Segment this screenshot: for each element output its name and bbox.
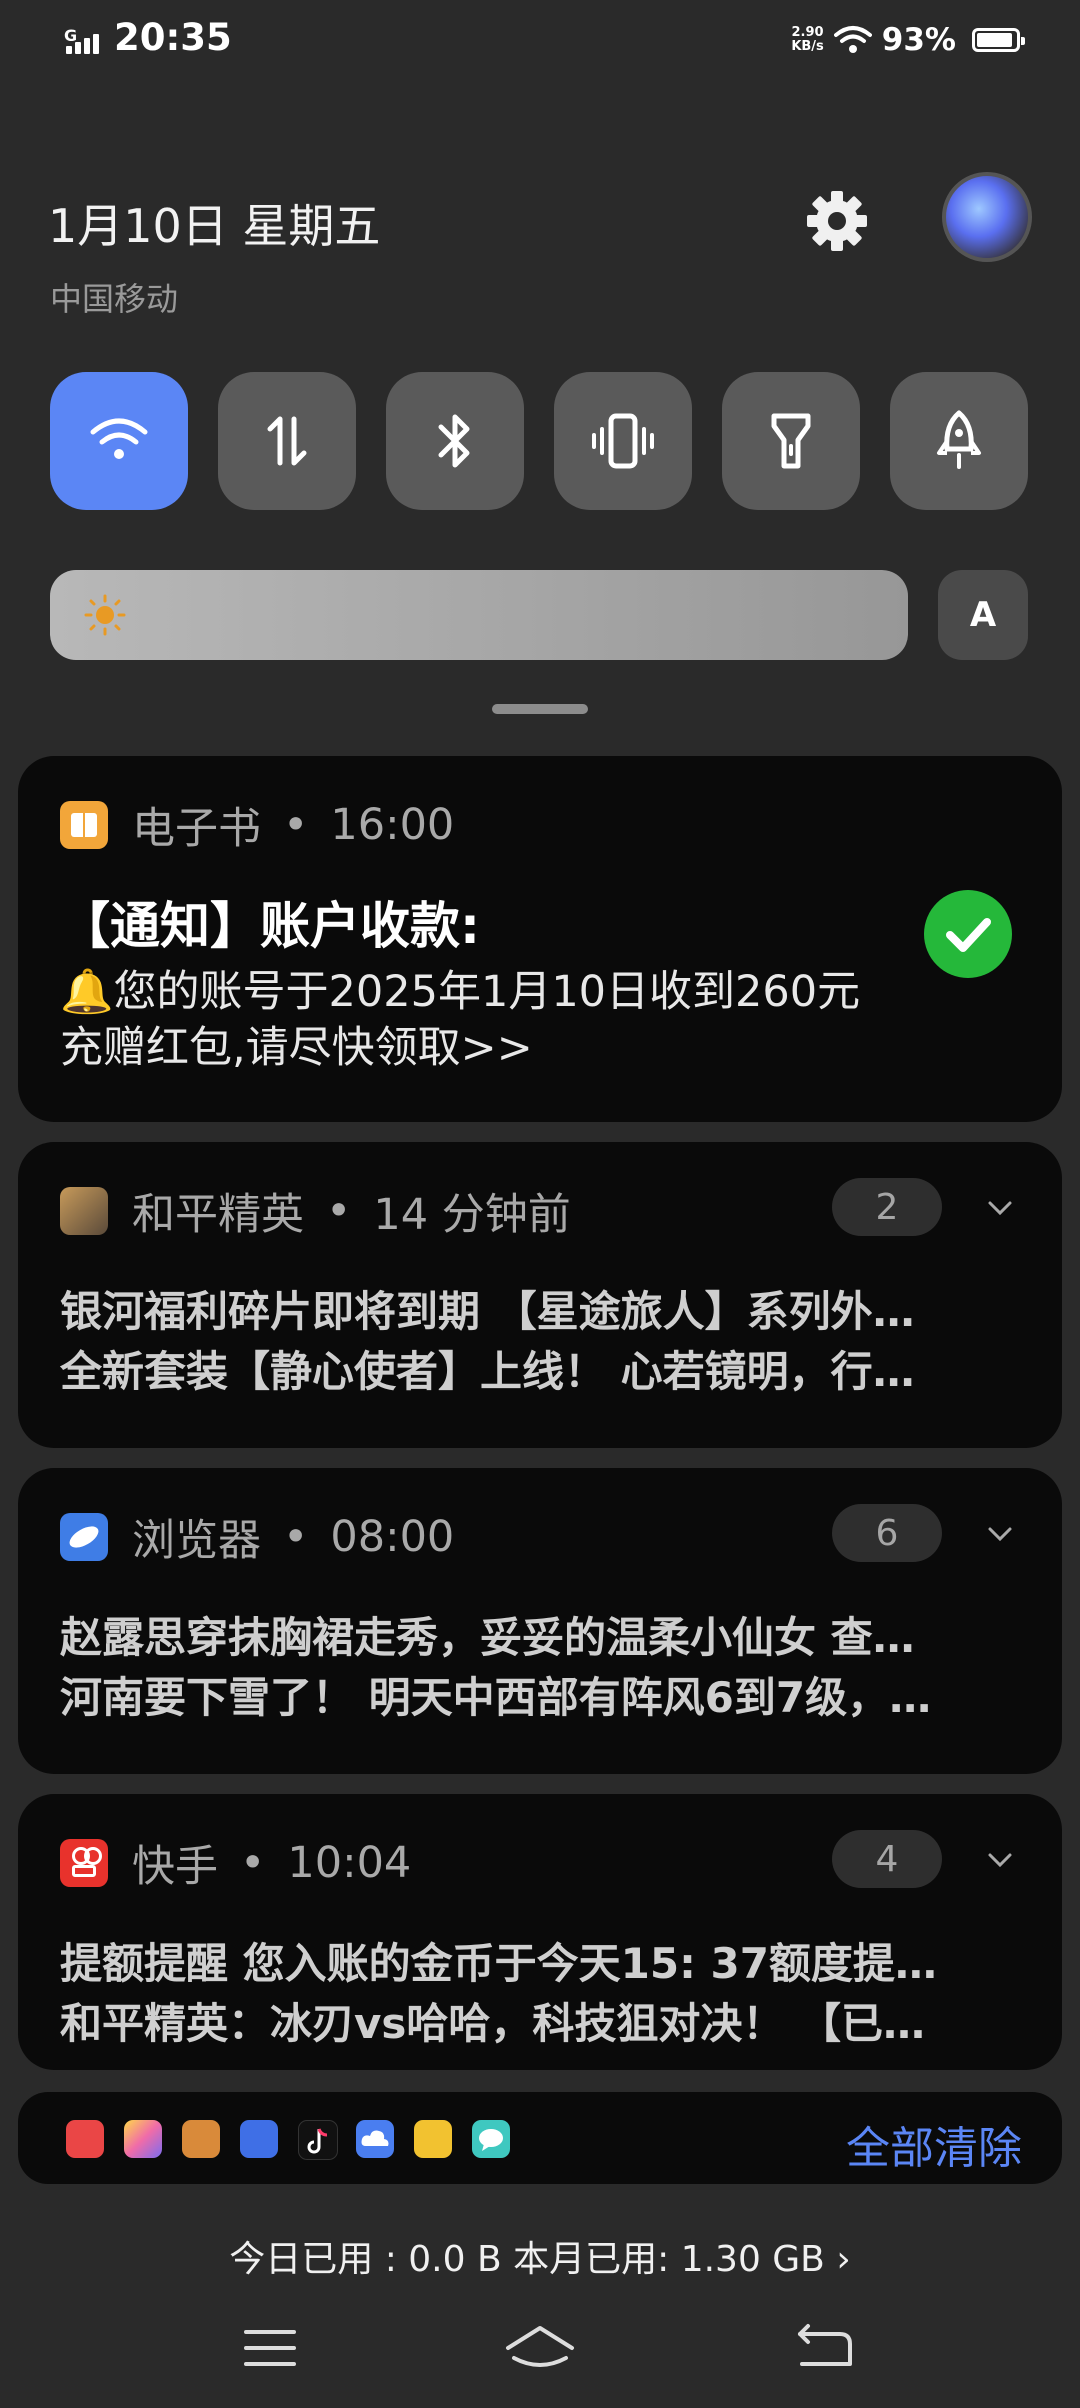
app-name: 浏览器 bbox=[132, 1516, 261, 1566]
separator-dot: • bbox=[326, 1186, 352, 1236]
sun-icon bbox=[84, 594, 126, 636]
toggle-flashlight[interactable] bbox=[722, 372, 860, 510]
app-name: 快手 bbox=[132, 1842, 218, 1892]
clear-all-button[interactable]: 全部清除 bbox=[846, 2112, 1022, 2176]
toggle-vibrate[interactable] bbox=[554, 372, 692, 510]
chat-app-icon[interactable] bbox=[472, 2120, 510, 2158]
notification-time: 14 分钟前 bbox=[373, 1190, 571, 1240]
quick-toggles bbox=[50, 372, 1028, 510]
flashlight-icon bbox=[771, 413, 811, 469]
chevron-down-icon[interactable] bbox=[986, 1846, 1014, 1874]
browser-app-icon bbox=[60, 1513, 108, 1561]
clock: 20:35 bbox=[114, 16, 232, 59]
back-icon[interactable] bbox=[784, 2318, 864, 2378]
hand-app-icon[interactable] bbox=[414, 2120, 452, 2158]
notification-peacekeeper[interactable]: 和平精英 • 14 分钟前 2 银河福利碎片即将到期 【星途旅人】系列外… 全新… bbox=[18, 1142, 1062, 1448]
peacekeeper-app-icon bbox=[60, 1187, 108, 1235]
music-app-icon[interactable] bbox=[66, 2120, 104, 2158]
home-icon[interactable] bbox=[500, 2318, 580, 2378]
toggle-wifi[interactable] bbox=[50, 372, 188, 510]
rocket-icon bbox=[937, 410, 981, 469]
notification-line: 全新套装【静心使者】上线！ 心若镜明，行… bbox=[60, 1347, 915, 1396]
battery-percent: 93% bbox=[881, 22, 956, 58]
notification-line: 银河福利碎片即将到期 【星途旅人】系列外… bbox=[60, 1287, 915, 1336]
signal-icon: G bbox=[62, 24, 110, 58]
carrier-label: 中国移动 bbox=[50, 280, 179, 318]
speed-unit: KB/s bbox=[791, 39, 824, 54]
separator-dot: • bbox=[283, 1512, 309, 1562]
date-label: 1月10日 星期五 bbox=[48, 199, 381, 253]
notification-body: 🔔您的账号于2025年1月10日收到260元充赠红包,请尽快领取>> bbox=[60, 967, 861, 1073]
auto-brightness-button[interactable]: A bbox=[938, 570, 1028, 660]
status-bar: G 20:35 2.90 KB/s 93% bbox=[0, 0, 1080, 80]
separator-dot: • bbox=[240, 1838, 266, 1888]
notification-title: 【通知】账户收款: bbox=[60, 897, 480, 955]
chevron-down-icon[interactable] bbox=[986, 1520, 1014, 1548]
grid-app-icon[interactable] bbox=[182, 2120, 220, 2158]
cloud-app-icon[interactable] bbox=[356, 2120, 394, 2158]
data-usage[interactable]: 今日已用 : 0.0 B 本月已用: 1.30 GB › bbox=[0, 2230, 1080, 2282]
chevron-down-icon[interactable] bbox=[986, 1194, 1014, 1222]
brightness-slider[interactable] bbox=[50, 570, 908, 660]
separator-dot: • bbox=[283, 800, 309, 850]
wifi-status-icon bbox=[833, 26, 872, 53]
notification-ebook[interactable]: 电子书 • 16:00 【通知】账户收款: 🔔您的账号于2025年1月10日收到… bbox=[18, 756, 1062, 1122]
notification-time: 16:00 bbox=[330, 800, 455, 850]
notification-time: 08:00 bbox=[330, 1512, 455, 1562]
check-icon bbox=[924, 890, 1012, 978]
notification-line: 赵露思穿抹胸裙走秀，妥妥的温柔小仙女 查… bbox=[60, 1613, 915, 1662]
notification-tray: 全部清除 bbox=[18, 2092, 1062, 2184]
tiktok-app-icon[interactable] bbox=[298, 2120, 338, 2160]
notification-kuaishou[interactable]: 快手 • 10:04 4 提额提醒 您入账的金币于今天15: 37额度提… 和平… bbox=[18, 1794, 1062, 2070]
battery-icon bbox=[972, 28, 1025, 52]
notification-time: 10:04 bbox=[287, 1838, 412, 1888]
avatar[interactable] bbox=[942, 172, 1032, 262]
speed-value: 2.90 bbox=[791, 25, 824, 40]
gear-icon[interactable] bbox=[800, 184, 874, 258]
app-name: 电子书 bbox=[132, 804, 261, 854]
notification-line: 和平精英：冰刃vs哈哈，科技狙对决！ 【已… bbox=[60, 1999, 926, 2048]
count-badge: 2 bbox=[832, 1178, 942, 1236]
menu-icon[interactable] bbox=[232, 2318, 312, 2378]
app-name: 和平精英 bbox=[132, 1190, 304, 1240]
notification-browser[interactable]: 浏览器 • 08:00 6 赵露思穿抹胸裙走秀，妥妥的温柔小仙女 查… 河南要下… bbox=[18, 1468, 1062, 1774]
toggle-mobile-data[interactable] bbox=[218, 372, 356, 510]
toggle-bluetooth[interactable] bbox=[386, 372, 524, 510]
bluetooth-icon bbox=[438, 414, 470, 468]
count-badge: 4 bbox=[832, 1830, 942, 1888]
drag-handle[interactable] bbox=[492, 704, 588, 714]
store-app-icon[interactable] bbox=[240, 2120, 278, 2158]
kuaishou-app-icon bbox=[60, 1839, 108, 1887]
toggle-rocket[interactable] bbox=[890, 372, 1028, 510]
ebook-app-icon bbox=[60, 801, 108, 849]
gallery-app-icon[interactable] bbox=[124, 2120, 162, 2158]
vibrate-icon bbox=[592, 413, 654, 469]
wifi-icon bbox=[90, 418, 148, 459]
net-speed: 2.90 KB/s bbox=[791, 26, 823, 54]
data-arrows-icon bbox=[267, 416, 307, 466]
notification-line: 河南要下雪了！ 明天中西部有阵风6到7级，… bbox=[60, 1673, 932, 1722]
count-badge: 6 bbox=[832, 1504, 942, 1562]
notification-line: 提额提醒 您入账的金币于今天15: 37额度提… bbox=[60, 1939, 937, 1988]
